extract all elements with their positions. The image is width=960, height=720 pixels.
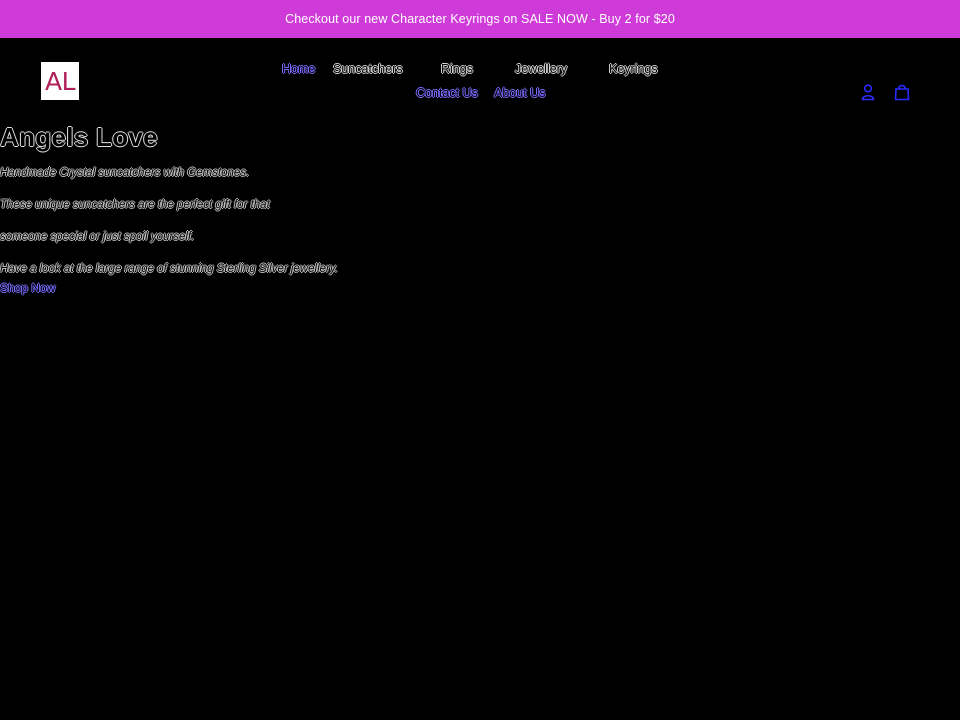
nav-contact-us[interactable]: Contact Us [416,86,478,100]
hero-paragraph: Handmade Crystal suncatchers with Gemsto… [0,167,250,179]
nav-jewellery[interactable]: Jewellery [515,62,567,76]
nav-home[interactable]: Home [282,62,315,76]
page-title: Angels Love [0,122,158,152]
nav-about-us[interactable]: About Us [494,86,545,100]
hero-paragraph: someone special or just spoil yourself. [0,231,195,243]
announcement-text: Checkout our new Character Keyrings on S… [285,12,675,26]
hero-paragraph: These unique suncatchers are the perfect… [0,199,270,211]
announcement-bar: Checkout our new Character Keyrings on S… [0,0,960,38]
shop-now-link[interactable]: Shop Now [0,281,55,295]
cart-icon[interactable] [893,83,911,101]
hero-paragraph: Have a look at the large range of stunni… [0,263,338,275]
nav-suncatchers[interactable]: Suncatchers [333,62,402,76]
account-icon[interactable] [859,83,877,101]
logo-text: AL [44,66,76,96]
nav-rings[interactable]: Rings [441,62,473,76]
nav-keyrings[interactable]: Keyrings [609,62,658,76]
logo[interactable]: AL [41,62,79,100]
